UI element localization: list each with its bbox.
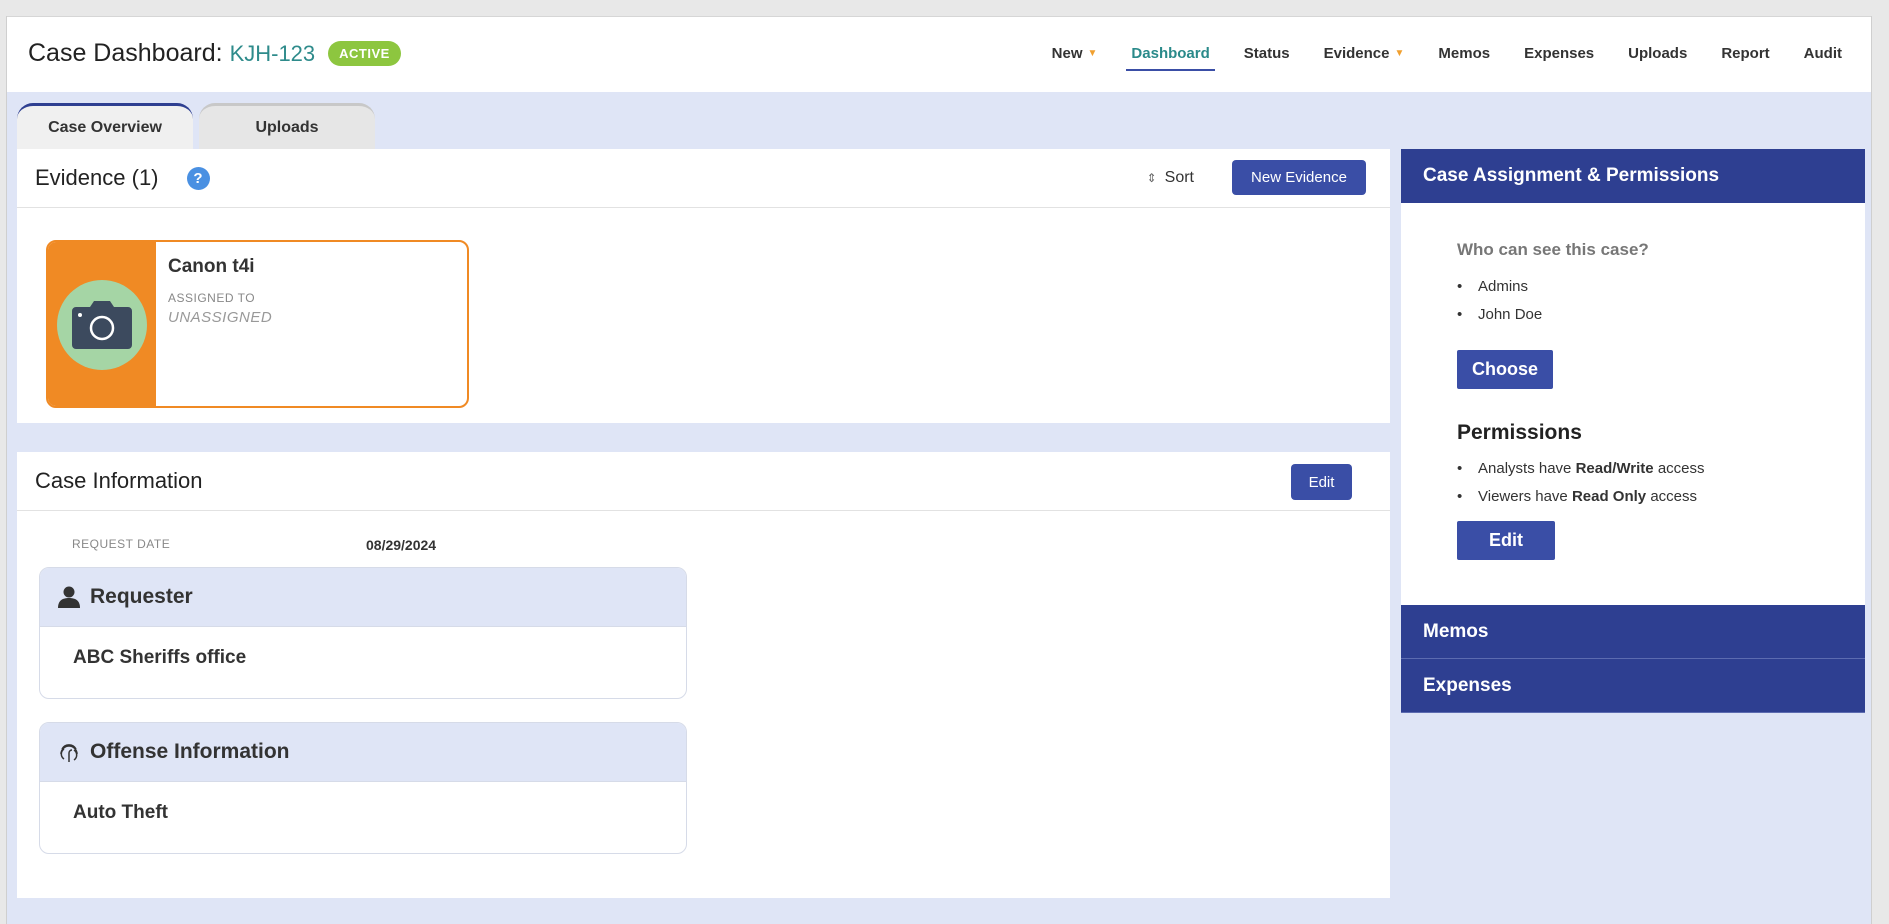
offense-title: Offense Information xyxy=(90,740,290,763)
header-bar: Case Dashboard: KJH-123 ACTIVE New ▼ Dash… xyxy=(7,16,1871,92)
chevron-down-icon: ▼ xyxy=(1394,48,1405,59)
new-evidence-button[interactable]: New Evidence xyxy=(1232,160,1366,195)
camera-icon xyxy=(57,280,147,370)
chevron-down-icon: ▼ xyxy=(1087,48,1098,59)
help-icon[interactable]: ? xyxy=(186,166,210,190)
perm1-suffix: access xyxy=(1657,460,1705,477)
sort-button[interactable]: ⇕ Sort xyxy=(1147,169,1194,187)
nav-report-label: Report xyxy=(1721,45,1770,62)
nav-uploads[interactable]: Uploads xyxy=(1623,45,1692,62)
assignment-body: Who can see this case? Admins John Doe C… xyxy=(1401,203,1865,605)
list-item: Viewers have Read Only access xyxy=(1457,487,1705,515)
nav-evidence-label: Evidence xyxy=(1323,45,1390,62)
case-info-panel: Case Information Edit REQUEST DATE 08/29… xyxy=(17,452,1390,898)
tab-case-overview[interactable]: Case Overview xyxy=(17,103,193,149)
top-nav: New ▼ Dashboard Status Evidence ▼ Memos Ex… xyxy=(1047,45,1847,71)
perm1-bold: Read/Write xyxy=(1575,460,1654,477)
nav-memos[interactable]: Memos xyxy=(1433,45,1495,62)
list-item: John Doe xyxy=(1457,305,1542,333)
sort-label: Sort xyxy=(1164,169,1194,186)
evidence-card[interactable]: Canon t4i ASSIGNED TO UNASSIGNED xyxy=(46,240,469,408)
page-title: Case Dashboard: KJH-123 ACTIVE xyxy=(28,39,401,68)
evidence-header: Evidence (1) ? ⇕ Sort New Evidence xyxy=(17,149,1390,208)
status-badge: ACTIVE xyxy=(328,41,401,66)
perm2-suffix: access xyxy=(1650,488,1697,505)
evidence-name: Canon t4i xyxy=(168,256,255,277)
case-info-title: Case Information xyxy=(35,468,203,493)
requester-card: Requester ABC Sheriffs office xyxy=(39,567,687,699)
sort-icon: ⇕ xyxy=(1146,171,1157,185)
memos-section[interactable]: Memos xyxy=(1401,605,1865,659)
tab-bar: Case Overview Uploads xyxy=(17,103,375,149)
requester-value: ABC Sheriffs office xyxy=(73,647,247,668)
person-icon xyxy=(58,586,80,608)
nav-new-label: New xyxy=(1051,45,1083,62)
case-id: KJH-123 xyxy=(229,40,316,66)
edit-permissions-button[interactable]: Edit xyxy=(1457,521,1555,560)
offense-card: Offense Information Auto Theft xyxy=(39,722,687,854)
page-title-text: Case Dashboard: xyxy=(28,39,223,67)
assignment-header[interactable]: Case Assignment & Permissions xyxy=(1401,149,1865,203)
nav-memos-label: Memos xyxy=(1438,45,1491,62)
choose-button[interactable]: Choose xyxy=(1457,350,1553,389)
request-date-value: 08/29/2024 xyxy=(366,537,437,553)
list-item: Analysts have Read/Write access xyxy=(1457,459,1705,487)
app-frame: Case Dashboard: KJH-123 ACTIVE New ▼ Dash… xyxy=(6,16,1872,924)
nav-status[interactable]: Status xyxy=(1239,45,1295,62)
perm1-prefix: Analysts have xyxy=(1478,460,1572,477)
who-can-see-label: Who can see this case? xyxy=(1457,240,1649,259)
request-date-label: REQUEST DATE xyxy=(72,537,171,551)
perm2-bold: Read Only xyxy=(1571,488,1647,505)
requester-title: Requester xyxy=(90,585,193,608)
requester-header: Requester xyxy=(40,568,686,627)
nav-evidence[interactable]: Evidence ▼ xyxy=(1319,45,1410,62)
permissions-list: Analysts have Read/Write access Viewers … xyxy=(1457,459,1705,515)
case-info-header: Case Information Edit xyxy=(17,452,1390,511)
edit-case-info-button[interactable]: Edit xyxy=(1291,464,1352,500)
assigned-label: ASSIGNED TO xyxy=(168,291,256,305)
nav-dashboard-label: Dashboard xyxy=(1131,45,1210,62)
offense-value: Auto Theft xyxy=(73,802,168,823)
fingerprint-icon xyxy=(60,744,78,762)
tab-uploads[interactable]: Uploads xyxy=(199,103,375,149)
nav-report[interactable]: Report xyxy=(1716,45,1774,62)
expenses-section[interactable]: Expenses xyxy=(1401,659,1865,713)
list-item: Admins xyxy=(1457,277,1542,305)
who-list: Admins John Doe xyxy=(1457,277,1542,333)
evidence-card-side xyxy=(48,242,156,406)
evidence-title: Evidence (1) xyxy=(35,165,159,190)
permissions-title: Permissions xyxy=(1457,421,1582,444)
assigned-value: UNASSIGNED xyxy=(168,309,273,326)
nav-new[interactable]: New ▼ xyxy=(1047,45,1103,62)
nav-audit-label: Audit xyxy=(1803,45,1842,62)
nav-uploads-label: Uploads xyxy=(1628,45,1688,62)
perm2-prefix: Viewers have xyxy=(1478,488,1568,505)
offense-header: Offense Information xyxy=(40,723,686,782)
nav-status-label: Status xyxy=(1243,45,1290,62)
nav-dashboard[interactable]: Dashboard xyxy=(1126,45,1216,71)
nav-expenses-label: Expenses xyxy=(1524,45,1595,62)
nav-audit[interactable]: Audit xyxy=(1799,45,1847,62)
assignment-panel: Case Assignment & Permissions Who can se… xyxy=(1401,149,1865,714)
evidence-panel: Evidence (1) ? ⇕ Sort New Evidence Canon… xyxy=(17,149,1390,423)
nav-expenses[interactable]: Expenses xyxy=(1519,45,1599,62)
